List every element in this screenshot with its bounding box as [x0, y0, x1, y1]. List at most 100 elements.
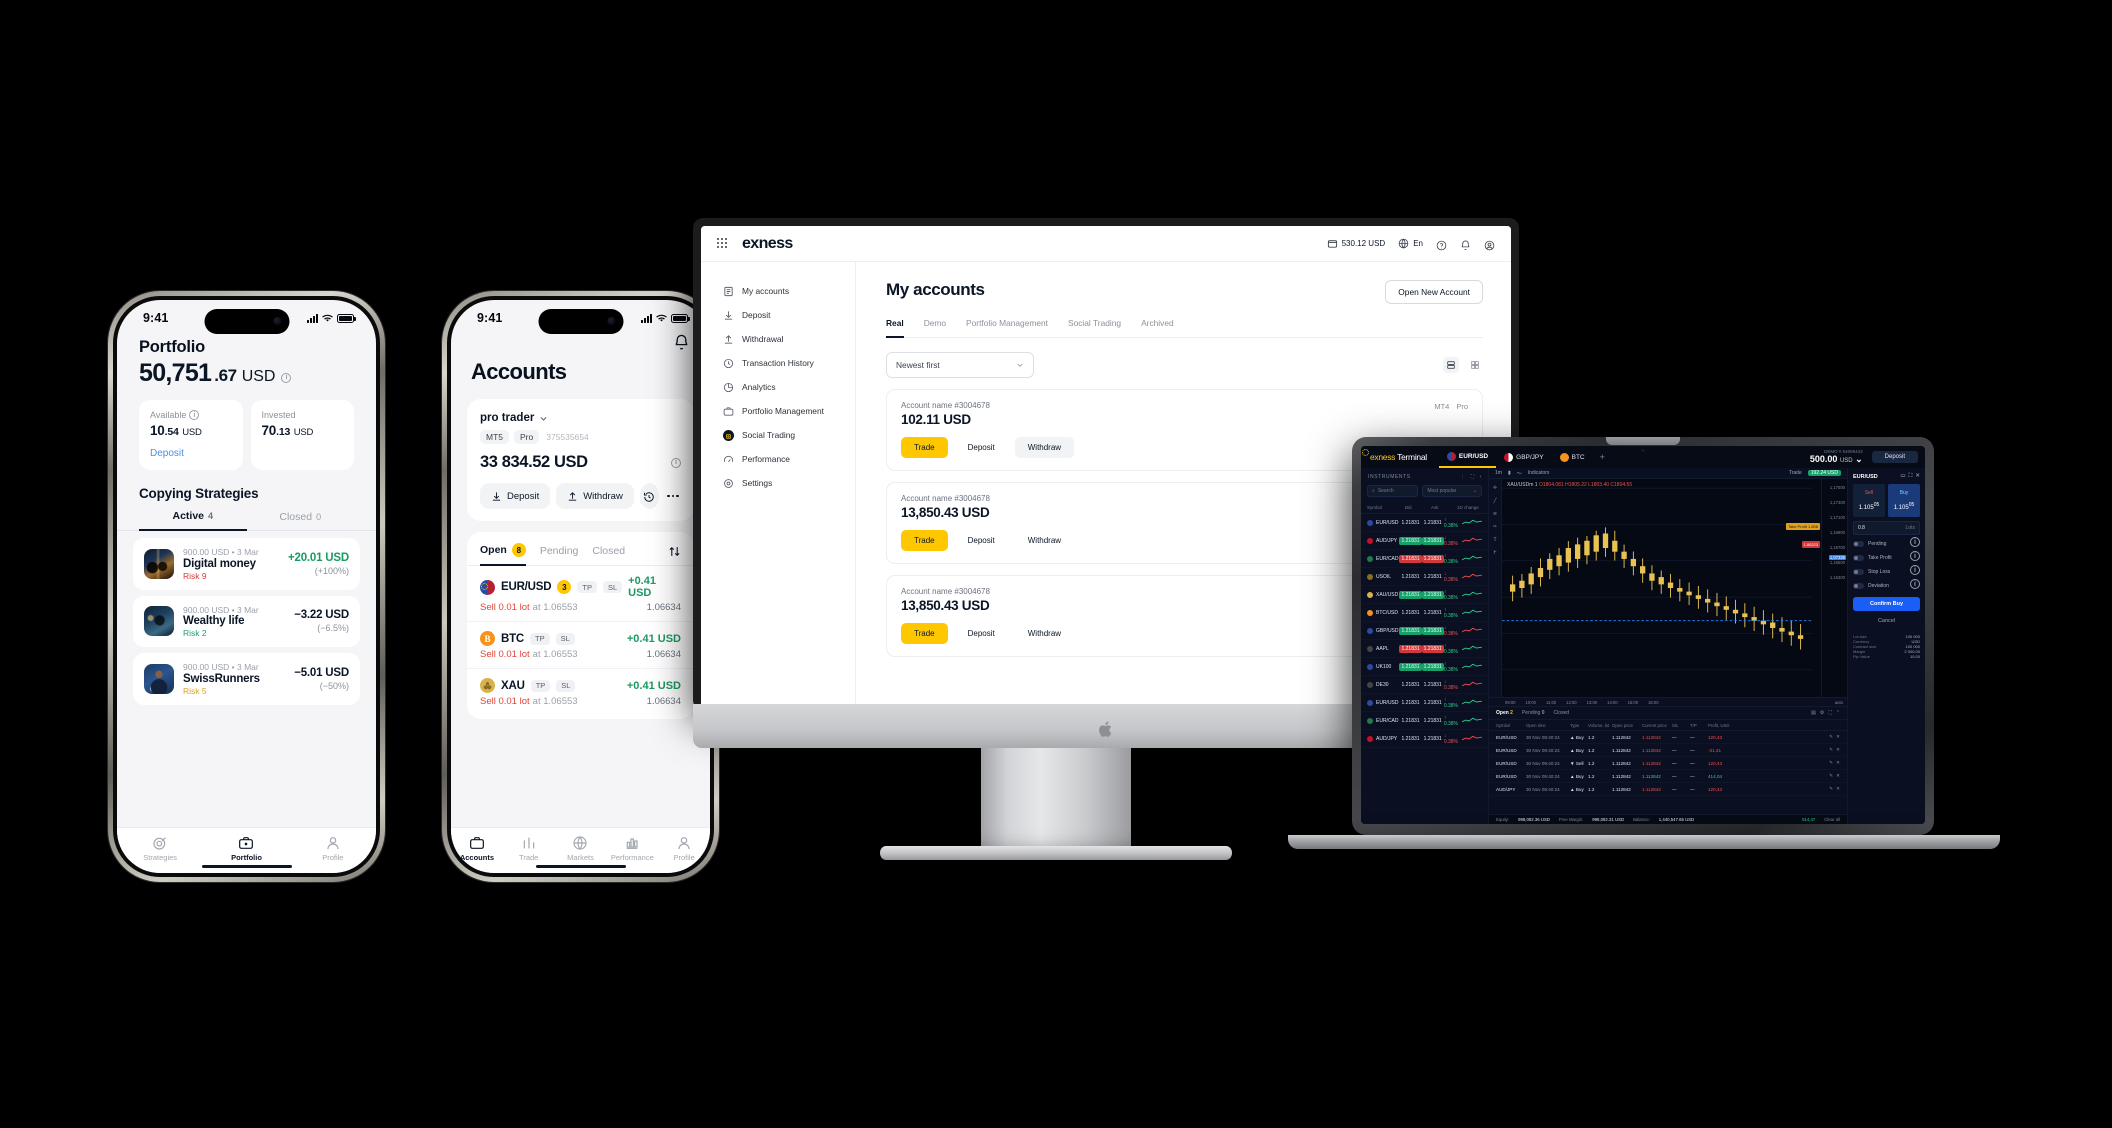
collapse-icon[interactable]: ▭	[1900, 473, 1905, 480]
collapse-icon[interactable]: ‹	[1480, 474, 1482, 480]
tab-closed[interactable]: Closed	[592, 545, 625, 564]
toggle-pending[interactable]	[1853, 541, 1864, 547]
plus-icon[interactable]: +	[1600, 452, 1605, 462]
text-icon[interactable]: T	[1493, 537, 1496, 543]
instrument-row[interactable]: BTC/USD 1.21831 1.21831 ↑ 0.38%	[1361, 604, 1488, 622]
view-grid-icon[interactable]	[1467, 357, 1483, 373]
toggle-take-profit[interactable]	[1853, 555, 1864, 561]
order-edit-icon[interactable]: ✎	[1829, 734, 1833, 740]
trendline-icon[interactable]: ╱	[1493, 498, 1496, 504]
expand-icon[interactable]: ⛶	[1471, 474, 1475, 480]
terminal-account[interactable]: DEMO # 54089443 500.00 USD ⌄	[1810, 449, 1863, 465]
toggle-stop-loss[interactable]	[1853, 569, 1864, 575]
sidebar-item-portfolio-management[interactable]: Portfolio Management	[723, 399, 855, 423]
instrument-row[interactable]: USOIL 1.21831 1.21831 ↓ 0.38%	[1361, 568, 1488, 586]
order-close-icon[interactable]: ✕	[1836, 760, 1840, 766]
withdraw-button[interactable]: Withdraw	[1014, 623, 1075, 644]
table-row[interactable]: EUR/USD 30 Nov 09:40:24 ▲ Buy 1.2 1.112842 1.…	[1489, 744, 1847, 757]
instrument-row[interactable]: DE30 1.21831 1.21831 ↓ 0.38%	[1361, 676, 1488, 694]
pair-tab-btc[interactable]: BTC	[1552, 446, 1593, 468]
info-icon[interactable]: i	[671, 457, 681, 468]
tab-performance[interactable]: Performance	[606, 835, 658, 862]
withdraw-button[interactable]: Withdraw	[1014, 530, 1075, 551]
withdraw-button[interactable]: Withdraw	[556, 483, 634, 509]
tab-real[interactable]: Real	[886, 318, 904, 338]
search-input[interactable]: ⌕ Search	[1367, 485, 1419, 497]
sort-icon[interactable]	[668, 545, 681, 558]
confirm-buy-button[interactable]: Confirm Buy	[1853, 597, 1920, 611]
clear-all-button[interactable]: Clear all	[1824, 817, 1840, 822]
info-icon[interactable]: i	[1910, 551, 1920, 561]
position-row[interactable]: EUR/USD 3 TP SL +0.41 USD Sell 0.01 lot …	[467, 566, 694, 622]
deposit-button[interactable]: Deposit	[954, 530, 1008, 551]
brush-icon[interactable]: ✑	[1493, 524, 1497, 530]
tab-archived[interactable]: Archived	[1141, 318, 1174, 337]
fib-icon[interactable]: ≋	[1493, 511, 1497, 517]
expand-icon[interactable]: ⛶	[1909, 473, 1913, 480]
history-button[interactable]	[639, 483, 659, 509]
instrument-row[interactable]: XAU/USD 1.21831 1.21831 ↑ 0.38%	[1361, 586, 1488, 604]
order-edit-icon[interactable]: ✎	[1829, 786, 1833, 792]
position-row[interactable]: XAU TP SL +0.41 USD Sell 0.01 lot at 1.0…	[467, 669, 694, 715]
tab-open[interactable]: Open 8	[480, 543, 526, 566]
orders-tab-closed[interactable]: Closed	[1553, 710, 1569, 716]
take-profit-marker[interactable]: Take Profit 1.808	[1785, 523, 1820, 530]
deposit-button[interactable]: Deposit	[954, 623, 1008, 644]
tab-closed[interactable]: Closed 0	[247, 510, 355, 530]
deposit-button[interactable]: Deposit	[480, 483, 551, 509]
cancel-button[interactable]: Cancel	[1853, 615, 1920, 627]
tab-profile[interactable]: Profile	[290, 835, 376, 862]
tab-portfolio[interactable]: Portfolio	[203, 835, 289, 862]
tab-active[interactable]: Active 4	[139, 510, 247, 531]
indicators-label[interactable]: Indicators	[1528, 470, 1550, 476]
instrument-row[interactable]: GBP/USD 1.21831 1.21831 ↓ 0.38%	[1361, 622, 1488, 640]
option-take-profit[interactable]: Take Profit i	[1853, 551, 1920, 563]
order-close-icon[interactable]: ✕	[1836, 773, 1840, 779]
info-icon[interactable]: i	[189, 410, 200, 420]
toggle-deviation[interactable]	[1853, 583, 1864, 589]
avatar-icon[interactable]	[1484, 238, 1495, 251]
info-icon[interactable]: i	[1910, 537, 1920, 547]
instrument-row[interactable]: EUR/USD 1.21831 1.21831 ↑ 0.38%	[1361, 694, 1488, 712]
sidebar-item-social-trading[interactable]: Social Trading	[723, 423, 855, 447]
tab-social-trading[interactable]: Social Trading	[1068, 318, 1121, 337]
tab-trade[interactable]: Trade	[503, 835, 555, 862]
terminal-deposit-button[interactable]: Deposit	[1871, 451, 1918, 463]
tab-accounts[interactable]: Accounts	[451, 835, 503, 862]
open-new-account-button[interactable]: Open New Account	[1385, 280, 1483, 304]
order-close-icon[interactable]: ✕	[1836, 747, 1840, 753]
instrument-row[interactable]: EUR/CAD 1.21831 1.21831 ↑ 0.38%	[1361, 550, 1488, 568]
tab-portfolio-management[interactable]: Portfolio Management	[966, 318, 1048, 337]
orders-settings-icon[interactable]: ⚙	[1820, 710, 1824, 716]
trade-button[interactable]: Trade	[901, 623, 948, 644]
instrument-row[interactable]: EUR/USD 1.21831 1.21831 ↑ 0.38%	[1361, 514, 1488, 532]
deposit-link[interactable]: Deposit	[150, 448, 233, 459]
list-item[interactable]: 900.00 USD • 3 Mar Wealthy life Risk 2 −…	[133, 595, 360, 647]
more-button[interactable]	[665, 494, 681, 498]
info-icon[interactable]: i	[1910, 565, 1920, 575]
position-row[interactable]: B BTC TP SL +0.41 USD Sell 0.01 lot at 1…	[467, 622, 694, 669]
sell-button[interactable]: Sell 1.10505	[1853, 484, 1885, 517]
info-icon[interactable]: i	[281, 372, 292, 383]
instrument-row[interactable]: AUD/JPY 1.21831 1.21831 ↓ 0.38%	[1361, 730, 1488, 748]
language-selector[interactable]: En	[1398, 238, 1423, 249]
trade-button[interactable]: Trade	[901, 530, 948, 551]
wallet-balance[interactable]: 530.12 USD	[1327, 238, 1385, 249]
option-stop-loss[interactable]: Stop Loss i	[1853, 565, 1920, 577]
sidebar-item-withdrawal[interactable]: Withdrawal	[723, 327, 855, 351]
order-close-icon[interactable]: ✕	[1836, 786, 1840, 792]
auto-scale-button[interactable]: auto	[1835, 700, 1847, 705]
price-chart[interactable]: XAU/USDm 1 O1804.081 H1805.22 L1803.40 C…	[1502, 479, 1847, 697]
table-row[interactable]: AUD/JPY 30 Nov 09:40:24 ▲ Buy 1.2 1.112842 1.…	[1489, 783, 1847, 796]
crosshair-icon[interactable]: ✛	[1493, 485, 1497, 491]
bell-icon[interactable]	[1460, 238, 1471, 250]
instruments-filter-select[interactable]: Most popular ⌄	[1422, 485, 1482, 497]
pair-tab-gbpjpy[interactable]: GBP/JPY	[1496, 446, 1551, 468]
option-pending[interactable]: Pending i	[1853, 537, 1920, 549]
instrument-row[interactable]: AUD/JPY 1.21831 1.21831 ↓ 0.38%	[1361, 532, 1488, 550]
order-edit-icon[interactable]: ✎	[1829, 760, 1833, 766]
volume-input[interactable]: 0.8 Lots	[1853, 521, 1920, 535]
sort-select[interactable]: Newest first	[886, 352, 1034, 378]
instrument-row[interactable]: EUR/CAD 1.21831 1.21831 ↑ 0.38%	[1361, 712, 1488, 730]
instrument-row[interactable]: AAPL 1.21831 1.21831 ↑ 0.38%	[1361, 640, 1488, 658]
